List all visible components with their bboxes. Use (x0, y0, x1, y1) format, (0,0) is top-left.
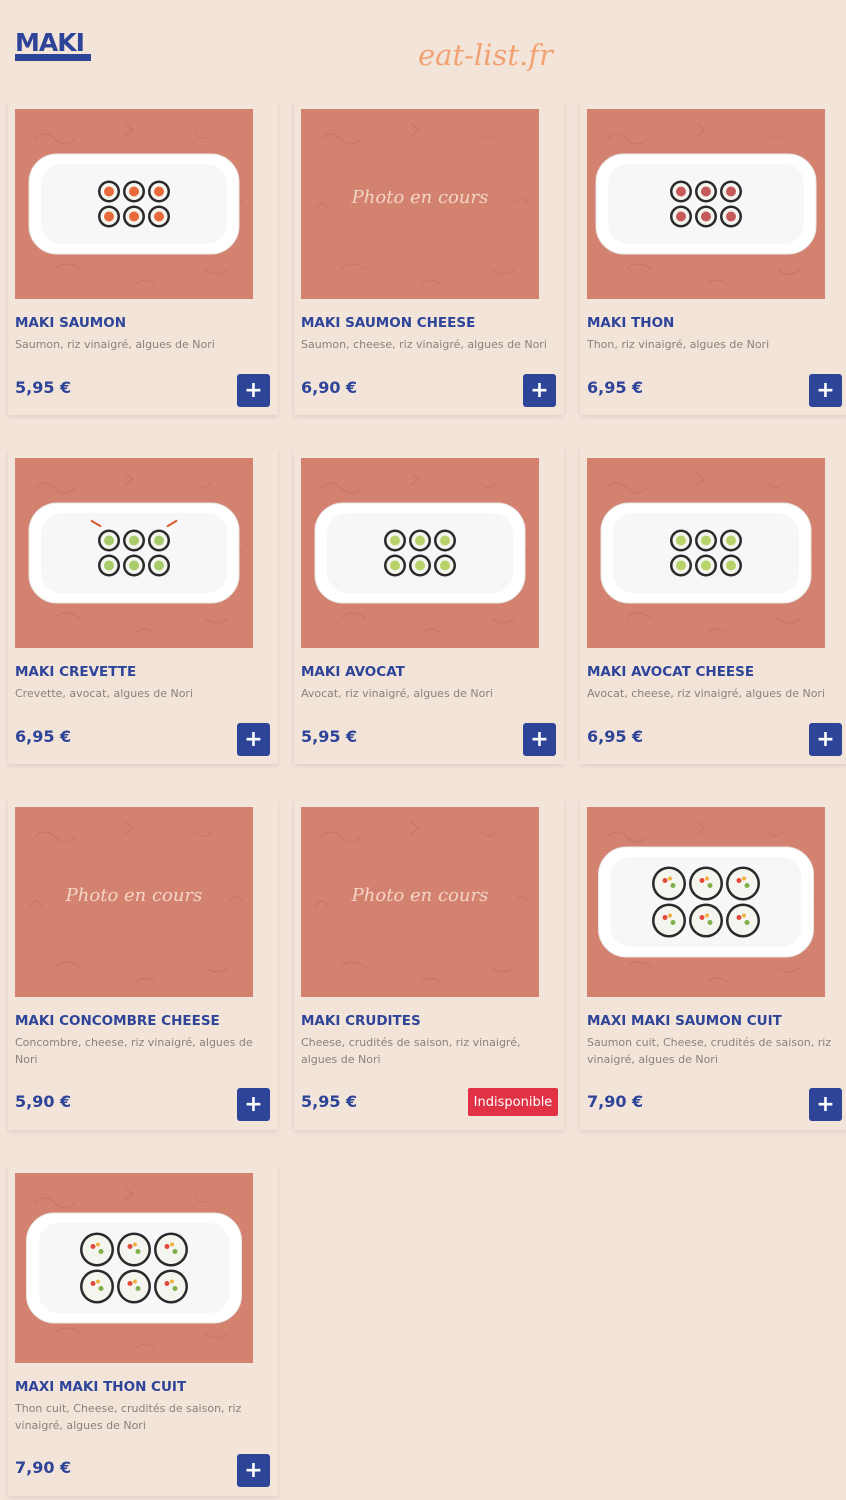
photo-placeholder[interactable]: Photo en cours (15, 807, 253, 997)
product-title[interactable]: MAXI MAKI SAUMON CUIT (587, 1013, 782, 1029)
product-price: 5,95 € (301, 727, 358, 746)
add-to-cart-button[interactable]: + (809, 374, 842, 407)
product-photo[interactable] (587, 458, 825, 648)
product-card[interactable]: Photo en cours MAKI SAUMON CHEESE Saumon, … (294, 100, 564, 415)
add-to-cart-button[interactable]: + (237, 374, 270, 407)
unavailable-badge: Indisponible (468, 1088, 558, 1116)
photo-placeholder-label: Photo en cours (65, 885, 203, 906)
watermark: eat-list.fr (418, 38, 553, 72)
product-card[interactable]: Photo en cours MAKI CRUDITES Cheese, crudi… (294, 798, 564, 1130)
product-description: Avocat, cheese, riz vinaigré, algues de … (587, 687, 825, 700)
product-description: Saumon, cheese, riz vinaigré, algues de … (301, 338, 547, 351)
add-to-cart-button[interactable]: + (809, 1088, 842, 1121)
product-description: Thon cuit, Cheese, crudités de saison, r… (15, 1402, 242, 1432)
product-title[interactable]: MAKI THON (587, 315, 674, 331)
product-title[interactable]: MAKI CRUDITES (301, 1013, 421, 1029)
product-card[interactable]: MAKI CREVETTE Crevette, avocat, algues de… (8, 449, 278, 764)
add-to-cart-button[interactable]: + (237, 723, 270, 756)
photo-placeholder-label: Photo en cours (351, 187, 489, 208)
add-to-cart-button[interactable]: + (237, 1088, 270, 1121)
product-price: 7,90 € (587, 1092, 644, 1111)
product-title[interactable]: MAXI MAKI THON CUIT (15, 1379, 186, 1395)
product-title[interactable]: MAKI AVOCAT (301, 664, 405, 680)
page-header: MAKI eat-list.fr (0, 0, 846, 100)
product-price: 7,90 € (15, 1458, 72, 1477)
product-photo[interactable] (15, 109, 253, 299)
product-description: Saumon cuit, Cheese, crudités de saison,… (587, 1036, 832, 1066)
product-photo[interactable] (587, 807, 825, 997)
add-to-cart-button[interactable]: + (523, 723, 556, 756)
product-title[interactable]: MAKI CREVETTE (15, 664, 136, 680)
product-description: Saumon, riz vinaigré, algues de Nori (15, 338, 215, 351)
product-photo[interactable] (587, 109, 825, 299)
product-card[interactable]: MAXI MAKI SAUMON CUIT Saumon cuit, Cheese… (580, 798, 846, 1130)
product-title[interactable]: MAKI SAUMON CHEESE (301, 315, 475, 331)
product-card[interactable]: MAKI AVOCAT Avocat, riz vinaigré, algues … (294, 449, 564, 764)
product-price: 6,95 € (15, 727, 72, 746)
product-card[interactable]: Photo en cours MAKI CONCOMBRE CHEESE Conco… (8, 798, 278, 1130)
product-price: 5,95 € (301, 1092, 358, 1111)
product-description: Cheese, crudités de saison, riz vinaigré… (301, 1036, 521, 1066)
product-photo[interactable] (15, 1173, 253, 1363)
product-photo[interactable] (301, 458, 539, 648)
section-title: MAKI (15, 28, 85, 57)
section-title-underline (15, 54, 91, 61)
product-title[interactable]: MAKI SAUMON (15, 315, 126, 331)
product-price: 6,90 € (301, 378, 358, 397)
product-description: Crevette, avocat, algues de Nori (15, 687, 193, 700)
product-photo[interactable] (15, 458, 253, 648)
product-description: Avocat, riz vinaigré, algues de Nori (301, 687, 493, 700)
add-to-cart-button[interactable]: + (809, 723, 842, 756)
add-to-cart-button[interactable]: + (237, 1454, 270, 1487)
product-card[interactable]: MAKI AVOCAT CHEESE Avocat, cheese, riz vi… (580, 449, 846, 764)
product-price: 5,90 € (15, 1092, 72, 1111)
product-card[interactable]: MAXI MAKI THON CUIT Thon cuit, Cheese, cr… (8, 1164, 278, 1496)
product-title[interactable]: MAKI AVOCAT CHEESE (587, 664, 754, 680)
photo-placeholder[interactable]: Photo en cours (301, 109, 539, 299)
product-card[interactable]: MAKI THON Thon, riz vinaigré, algues de N… (580, 100, 846, 415)
add-to-cart-button[interactable]: + (523, 374, 556, 407)
photo-placeholder[interactable]: Photo en cours (301, 807, 539, 997)
product-price: 5,95 € (15, 378, 72, 397)
product-price: 6,95 € (587, 727, 644, 746)
product-description: Concombre, cheese, riz vinaigré, algues … (15, 1036, 253, 1066)
product-card[interactable]: MAKI SAUMON Saumon, riz vinaigré, algues … (8, 100, 278, 415)
product-price: 6,95 € (587, 378, 644, 397)
product-title[interactable]: MAKI CONCOMBRE CHEESE (15, 1013, 220, 1029)
photo-placeholder-label: Photo en cours (351, 885, 489, 906)
product-description: Thon, riz vinaigré, algues de Nori (587, 338, 770, 351)
